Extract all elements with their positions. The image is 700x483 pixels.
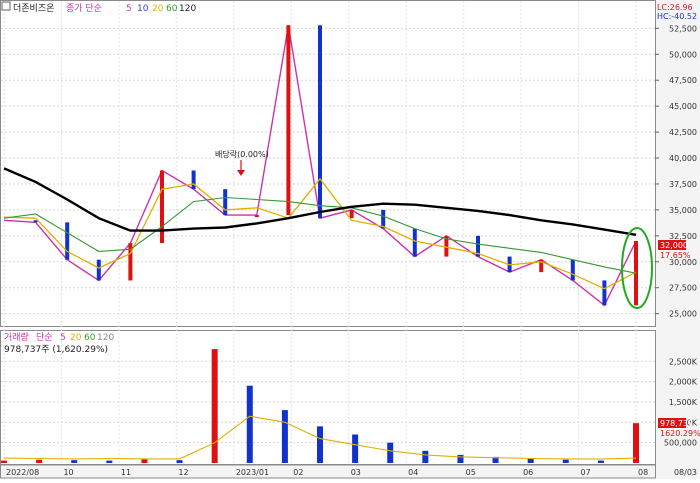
ex-dividend-label: 배당락(0.00%) [215,149,269,159]
volume-bar [71,460,78,463]
stock-name: 더존비즈온 [13,3,54,14]
price-tick-label: 47,500 [669,76,697,85]
volume-bar [36,459,43,463]
volume-tick-label: 1,500K [669,398,698,407]
volume-title: 거래량 [4,331,29,343]
current-volume-change: 1620.29% [660,429,700,438]
x-tick-label: 10 [63,468,73,477]
x-tick-label-date: 08/03 [674,468,697,477]
legend-period-10: 10 [137,4,149,14]
price-candle [96,259,101,281]
current-price-change: 17.65% [660,251,691,260]
x-tick-label: 12 [178,468,188,477]
volume-summary: 978,737주 (1,620.29%) [4,344,108,355]
x-tick-label: 08 [638,468,648,477]
price-candle [602,280,607,306]
volume-bar [281,410,288,463]
x-tick-label: 02 [293,468,303,477]
legend-period-60: 60 [166,4,178,14]
volume-bar [352,434,359,463]
x-tick-label: 06 [523,468,533,477]
volume-bar [527,458,534,463]
volume-period-5: 5 [60,333,66,343]
x-tick-label: 04 [408,468,418,477]
volume-bar [176,460,183,463]
price-candle [318,25,322,219]
price-tick-label: 52,500 [669,24,697,33]
volume-bar [422,450,429,463]
volume-bar [246,385,253,463]
x-tick-label: 2023/01 [236,468,269,477]
legend-period-20: 20 [152,4,164,14]
chart-menu-button[interactable] [1,1,11,11]
lc-label: LC:26.96 [657,3,693,12]
volume-period-20: 20 [70,333,82,343]
volume-bar [317,426,323,463]
volume-bar [633,423,639,463]
volume-period-60: 60 [84,333,96,343]
price-tick-label: 25,000 [669,310,697,319]
x-tick-label: 11 [121,468,131,477]
price-study-label: 종가 단순 [66,3,102,14]
x-tick-label: 03 [351,468,361,477]
price-tick-label: 35,000 [669,206,697,215]
price-tick-label: 32,500 [669,232,697,241]
price-candle [349,209,354,219]
x-axis-strip [0,464,656,479]
stock-chart-window: 52,500 50,000 47,500 45,000 42,500 40,000 37,5… [0,0,700,479]
price-candle [286,25,291,216]
price-tick-label: 50,000 [669,50,697,59]
x-tick-label: 2022/08 [6,468,39,477]
volume-study-label: 단순 [36,332,53,343]
price-candle [254,215,259,218]
volume-bar [562,459,569,463]
price-candle [160,170,164,244]
volume-period-120: 120 [97,333,114,343]
price-tick-label: 40,000 [669,154,697,163]
stock-chart: 52,500 50,000 47,500 45,000 42,500 40,000 37,5… [0,0,700,479]
price-tick-label: 45,000 [669,102,697,111]
price-candle [570,259,575,281]
volume-tick-label: 2,500K [669,357,698,366]
price-candle [191,170,196,190]
price-tick-label: 27,500 [669,284,697,293]
x-tick-label: 05 [466,468,476,477]
volume-bar [457,454,464,463]
volume-tick-label: 500,000 [664,439,697,448]
volume-bar [597,460,604,463]
volume-bar [211,349,218,463]
volume-bar [141,459,148,463]
current-price-value: 32,000 [660,241,688,250]
volume-bar [106,460,113,463]
current-volume-value: 978,737 [660,419,693,428]
price-tick-label: 37,500 [669,180,697,189]
legend-period-5: 5 [126,4,132,14]
price-candle [223,189,228,216]
price-candle [65,222,70,260]
price-candle [412,228,417,257]
price-tick-label: 42,500 [669,128,697,137]
price-legend: 더존비즈온 종가 단순 5 10 20 60 120 [1,1,196,14]
x-tick-label: 07 [581,468,591,477]
volume-bar [387,442,394,463]
legend-period-120: 120 [179,4,196,14]
hc-label: HC:-40.52 [657,12,697,21]
volume-bar [1,460,7,463]
volume-tick-label: 2,000K [669,378,698,387]
